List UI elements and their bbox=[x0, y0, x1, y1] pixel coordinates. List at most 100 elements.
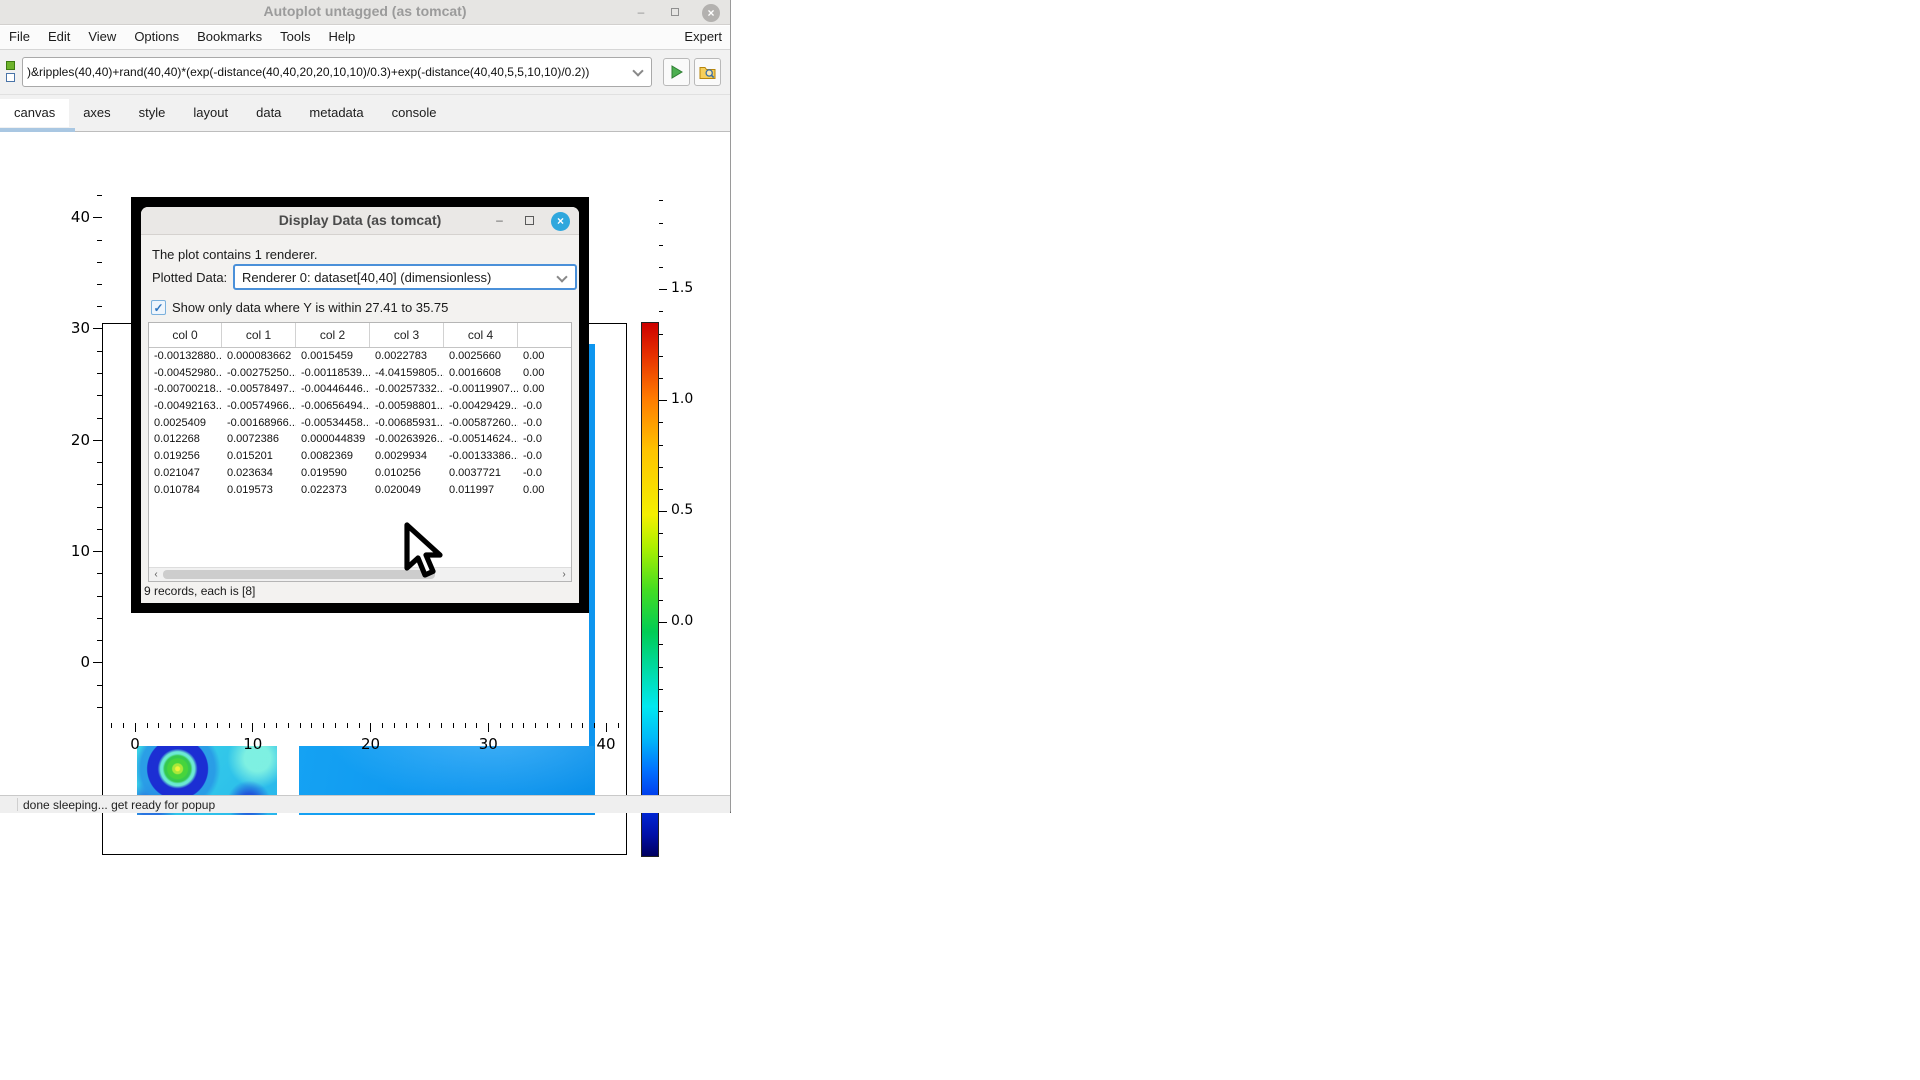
menu-bookmarks[interactable]: Bookmarks bbox=[188, 26, 271, 47]
records-count: 9 records, each is [8] bbox=[144, 584, 255, 598]
data-table[interactable]: col 0col 1col 2col 3col 4 -0.00132880...… bbox=[148, 322, 572, 582]
dialog-close-button[interactable]: × bbox=[551, 212, 570, 231]
y-axis-minor-tick bbox=[97, 240, 102, 241]
table-header-row: col 0col 1col 2col 3col 4 bbox=[149, 323, 571, 348]
x-axis-minor-tick bbox=[335, 723, 336, 728]
table-row[interactable]: -0.00492163...-0.00574966...-0.00656494.… bbox=[149, 398, 571, 415]
uri-combobox[interactable] bbox=[22, 57, 652, 87]
table-row[interactable]: -0.00700218...-0.00578497...-0.00446446.… bbox=[149, 381, 571, 398]
menu-file[interactable]: File bbox=[0, 26, 39, 47]
table-cell: -0.00429429... bbox=[444, 398, 518, 415]
table-cell: 0.022373 bbox=[296, 482, 370, 499]
close-button[interactable]: × bbox=[702, 4, 720, 22]
table-cell: 0.0082369 bbox=[296, 448, 370, 465]
tab-style[interactable]: style bbox=[125, 99, 180, 127]
maximize-button[interactable] bbox=[666, 4, 684, 22]
scroll-right-arrow-icon[interactable]: › bbox=[558, 568, 570, 581]
filter-checkbox[interactable]: ✓ bbox=[151, 300, 166, 315]
tab-axes[interactable]: axes bbox=[69, 99, 124, 127]
colorbar-minor-tick bbox=[659, 533, 663, 534]
table-cell: -0.00656494... bbox=[296, 398, 370, 415]
table-row[interactable]: 0.0192560.0152010.00823690.0029934-0.001… bbox=[149, 448, 571, 465]
x-axis-minor-tick bbox=[206, 723, 207, 728]
table-row[interactable]: -0.00132880...0.0000836620.00154590.0022… bbox=[149, 348, 571, 365]
table-row[interactable]: 0.0107840.0195730.0223730.0200490.011997… bbox=[149, 482, 571, 499]
table-cell: 0.0025660 bbox=[444, 348, 518, 365]
filter-label: Show only data where Y is within 27.41 t… bbox=[172, 300, 448, 315]
table-cell: 0.010784 bbox=[149, 482, 222, 499]
status-divider bbox=[17, 798, 18, 811]
dialog-minimize-button[interactable]: – bbox=[490, 212, 509, 231]
uri-input[interactable] bbox=[25, 60, 625, 84]
x-axis-tick-label: 0 bbox=[113, 735, 157, 753]
column-header[interactable] bbox=[518, 323, 571, 347]
table-row[interactable]: 0.0122680.00723860.000044839-0.00263926.… bbox=[149, 431, 571, 448]
column-header[interactable]: col 2 bbox=[296, 323, 370, 347]
table-cell: 0.010256 bbox=[370, 465, 444, 482]
expert-mode-label[interactable]: Expert bbox=[684, 29, 722, 44]
table-cell: -0.00492163... bbox=[149, 398, 222, 415]
table-cell: -4.04159805... bbox=[370, 365, 444, 382]
x-axis-minor-tick bbox=[194, 723, 195, 728]
chevron-down-icon[interactable] bbox=[632, 65, 643, 76]
menu-tools[interactable]: Tools bbox=[271, 26, 319, 47]
table-row[interactable]: 0.0210470.0236340.0195900.0102560.003772… bbox=[149, 465, 571, 482]
minimize-button[interactable]: – bbox=[632, 4, 650, 22]
tab-metadata[interactable]: metadata bbox=[295, 99, 377, 127]
x-axis-tick-label: 30 bbox=[466, 735, 510, 753]
colorbar[interactable] bbox=[641, 322, 659, 857]
colorbar-minor-tick bbox=[659, 267, 663, 268]
scroll-left-arrow-icon[interactable]: ‹ bbox=[150, 568, 162, 581]
x-axis-minor-tick bbox=[417, 723, 418, 728]
table-cell: 0.0016608 bbox=[444, 365, 518, 382]
table-cell: 0.00 bbox=[518, 348, 571, 365]
tab-console[interactable]: console bbox=[378, 99, 451, 127]
x-axis-minor-tick bbox=[582, 723, 583, 728]
colorbar-minor-tick bbox=[659, 467, 663, 468]
y-axis-minor-tick bbox=[97, 284, 102, 285]
table-cell: -0.0 bbox=[518, 415, 571, 432]
colorbar-tick-label: 0.0 bbox=[671, 613, 705, 629]
x-axis-minor-tick bbox=[311, 723, 312, 728]
menu-help[interactable]: Help bbox=[320, 26, 365, 47]
table-cell: -0.0 bbox=[518, 465, 571, 482]
table-row[interactable]: 0.0025409-0.00168966...-0.00534458...-0.… bbox=[149, 415, 571, 432]
table-cell: 0.015201 bbox=[222, 448, 296, 465]
column-header[interactable]: col 0 bbox=[149, 323, 222, 347]
table-row[interactable]: -0.00452980...-0.00275250...-0.00118539.… bbox=[149, 365, 571, 382]
tab-layout[interactable]: layout bbox=[179, 99, 242, 127]
tab-data[interactable]: data bbox=[242, 99, 295, 127]
column-header[interactable]: col 3 bbox=[370, 323, 444, 347]
horizontal-scrollbar[interactable]: ‹ › bbox=[149, 567, 571, 581]
menu-edit[interactable]: Edit bbox=[39, 26, 79, 47]
plotted-data-combobox[interactable]: Renderer 0: dataset[40,40] (dimensionles… bbox=[233, 264, 577, 290]
x-axis-minor-tick bbox=[547, 723, 548, 728]
go-button[interactable] bbox=[663, 58, 690, 86]
table-cell: 0.020049 bbox=[370, 482, 444, 499]
y-axis-minor-tick bbox=[97, 640, 102, 641]
y-axis-tick-label: 30 bbox=[50, 319, 90, 337]
browse-button[interactable] bbox=[694, 58, 721, 86]
scrollbar-thumb[interactable] bbox=[163, 570, 435, 579]
x-axis-minor-tick bbox=[571, 723, 572, 728]
table-cell: -0.0 bbox=[518, 448, 571, 465]
menu-options[interactable]: Options bbox=[125, 26, 188, 47]
folder-search-icon bbox=[699, 64, 716, 80]
dialog-title-bar[interactable]: Display Data (as tomcat) – × bbox=[141, 207, 579, 235]
table-cell: -0.00578497... bbox=[222, 381, 296, 398]
x-axis-minor-tick bbox=[523, 723, 524, 728]
column-header[interactable]: col 4 bbox=[444, 323, 518, 347]
tab-canvas[interactable]: canvas bbox=[0, 99, 69, 127]
y-axis-minor-tick bbox=[97, 596, 102, 597]
colorbar-minor-tick bbox=[659, 311, 663, 312]
colorbar-minor-tick bbox=[659, 489, 663, 490]
dialog-maximize-button[interactable] bbox=[520, 212, 539, 231]
colorbar-minor-tick bbox=[659, 600, 663, 601]
column-header[interactable]: col 1 bbox=[222, 323, 296, 347]
table-cell: 0.000083662 bbox=[222, 348, 296, 365]
table-cell: 0.023634 bbox=[222, 465, 296, 482]
menu-view[interactable]: View bbox=[79, 26, 125, 47]
x-axis-minor-tick bbox=[359, 723, 360, 728]
y-axis-minor-tick bbox=[97, 395, 102, 396]
colorbar-minor-tick bbox=[659, 200, 663, 201]
